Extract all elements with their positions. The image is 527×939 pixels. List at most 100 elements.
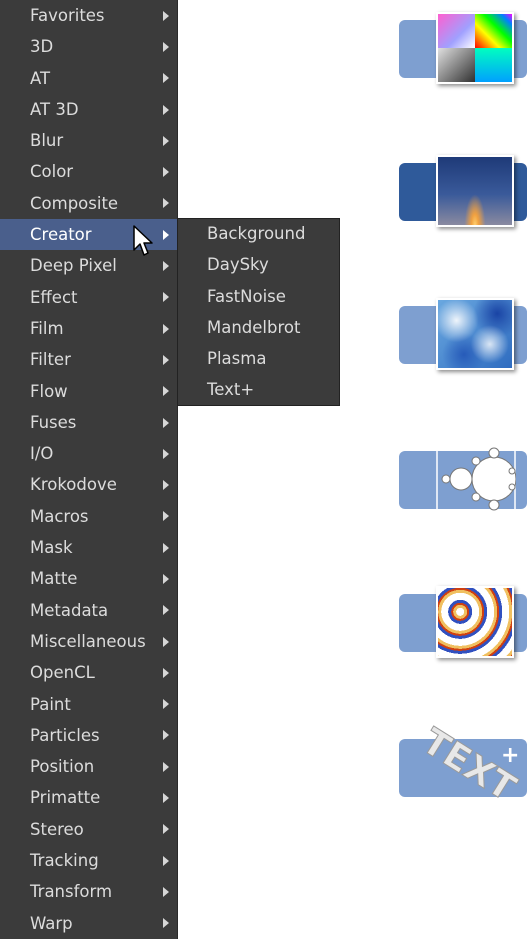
submenu-item-plasma[interactable]: Plasma	[178, 344, 339, 375]
menu-item-paint[interactable]: Paint	[0, 689, 177, 720]
fastnoise-tool-icon	[399, 298, 527, 374]
menu-item-label: Matte	[30, 569, 78, 589]
submenu-arrow-icon	[163, 167, 169, 178]
menu-item-fuses[interactable]: Fuses	[0, 407, 177, 438]
menu-item-label: Flow	[30, 381, 68, 401]
submenu-arrow-icon	[163, 448, 169, 459]
submenu-arrow-icon	[163, 667, 169, 678]
creator-submenu: Background DaySky FastNoise Mandelbrot P…	[177, 218, 340, 406]
tools-menu: Favorites 3D AT AT 3D Blur Color Composi…	[0, 0, 178, 939]
menu-item-metadata[interactable]: Metadata	[0, 595, 177, 626]
menu-item-label: AT	[30, 68, 51, 88]
menu-item-warp[interactable]: Warp	[0, 908, 177, 939]
daysky-tool-icon	[399, 155, 527, 231]
submenu-arrow-icon	[163, 636, 169, 647]
menu-item-film[interactable]: Film	[0, 313, 177, 344]
submenu-arrow-icon	[163, 480, 169, 491]
menu-item-blur[interactable]: Blur	[0, 125, 177, 156]
submenu-arrow-icon	[163, 855, 169, 866]
menu-item-tracking[interactable]: Tracking	[0, 845, 177, 876]
text-plus-graphic-icon: TEXT +	[414, 720, 523, 810]
submenu-item-background[interactable]: Background	[178, 219, 339, 250]
submenu-arrow-icon	[163, 10, 169, 21]
menu-item-opencl[interactable]: OpenCL	[0, 657, 177, 688]
submenu-arrow-icon	[163, 41, 169, 52]
menu-item-label: Warp	[30, 913, 73, 933]
submenu-arrow-icon	[163, 605, 169, 616]
menu-item-macros[interactable]: Macros	[0, 501, 177, 532]
menu-item-label: Metadata	[30, 600, 109, 620]
submenu-arrow-icon	[163, 261, 169, 272]
submenu-arrow-icon	[163, 824, 169, 835]
fastnoise-thumbnail-icon	[436, 298, 514, 370]
submenu-item-text-plus[interactable]: Text+	[178, 375, 339, 406]
menu-item-color[interactable]: Color	[0, 156, 177, 187]
menu-item-label: Paint	[30, 694, 71, 714]
menu-item-label: Miscellaneous	[30, 631, 146, 651]
menu-item-label: Particles	[30, 725, 100, 745]
menu-item-particles[interactable]: Particles	[0, 720, 177, 751]
submenu-arrow-icon	[163, 573, 169, 584]
menu-item-label: Macros	[30, 506, 89, 526]
mandelbrot-tool-icon	[399, 441, 527, 517]
menu-item-label: Tracking	[30, 851, 99, 871]
plus-icon: +	[501, 743, 519, 768]
mouse-cursor-icon	[133, 225, 153, 256]
submenu-arrow-icon	[163, 354, 169, 365]
submenu-arrow-icon	[163, 886, 169, 897]
submenu-arrow-icon	[163, 292, 169, 303]
menu-item-label: Creator	[30, 225, 92, 245]
menu-item-label: Transform	[30, 882, 113, 902]
submenu-arrow-icon	[163, 730, 169, 741]
submenu-arrow-icon	[163, 198, 169, 209]
menu-item-label: Primatte	[30, 788, 101, 808]
background-tool-icon	[399, 12, 527, 88]
menu-item-effect[interactable]: Effect	[0, 282, 177, 313]
menu-item-label: I/O	[30, 444, 54, 464]
submenu-arrow-icon	[163, 542, 169, 553]
menu-item-label: Effect	[30, 287, 78, 307]
menu-item-mask[interactable]: Mask	[0, 532, 177, 563]
menu-item-label: Position	[30, 757, 95, 777]
text-plus-tool-icon: TEXT +	[399, 718, 527, 818]
menu-item-stereo[interactable]: Stereo	[0, 814, 177, 845]
menu-item-at-3d[interactable]: AT 3D	[0, 94, 177, 125]
submenu-item-daysky[interactable]: DaySky	[178, 250, 339, 281]
menu-item-matte[interactable]: Matte	[0, 563, 177, 594]
menu-item-label: Composite	[30, 193, 119, 213]
menu-item-position[interactable]: Position	[0, 751, 177, 782]
submenu-arrow-icon	[163, 417, 169, 428]
menu-item-label: AT 3D	[30, 99, 79, 119]
submenu-item-fastnoise[interactable]: FastNoise	[178, 282, 339, 313]
submenu-arrow-icon	[163, 511, 169, 522]
menu-item-label: Favorites	[30, 6, 105, 25]
submenu-arrow-icon	[163, 73, 169, 84]
menu-item-label: Mask	[30, 538, 73, 558]
menu-item-krokodove[interactable]: Krokodove	[0, 469, 177, 500]
menu-item-label: Filter	[30, 350, 71, 370]
plasma-tool-icon	[399, 586, 527, 662]
menu-item-3d[interactable]: 3D	[0, 31, 177, 62]
menu-item-primatte[interactable]: Primatte	[0, 782, 177, 813]
menu-item-io[interactable]: I/O	[0, 438, 177, 469]
submenu-arrow-icon	[163, 386, 169, 397]
submenu-arrow-icon	[163, 793, 169, 804]
submenu-arrow-icon	[163, 699, 169, 710]
menu-item-label: Stereo	[30, 819, 84, 839]
menu-item-label: Fuses	[30, 412, 77, 432]
menu-item-composite[interactable]: Composite	[0, 188, 177, 219]
menu-item-label: Deep Pixel	[30, 256, 117, 276]
menu-item-label: Blur	[30, 131, 64, 151]
menu-item-favorites[interactable]: Favorites	[0, 0, 177, 31]
menu-item-flow[interactable]: Flow	[0, 376, 177, 407]
menu-item-label: Film	[30, 318, 64, 338]
submenu-arrow-icon	[163, 918, 169, 929]
submenu-item-mandelbrot[interactable]: Mandelbrot	[178, 313, 339, 344]
menu-item-transform[interactable]: Transform	[0, 876, 177, 907]
plasma-thumbnail-icon	[436, 586, 514, 658]
menu-item-filter[interactable]: Filter	[0, 344, 177, 375]
submenu-arrow-icon	[163, 761, 169, 772]
submenu-arrow-icon	[163, 229, 169, 240]
menu-item-at[interactable]: AT	[0, 63, 177, 94]
menu-item-miscellaneous[interactable]: Miscellaneous	[0, 626, 177, 657]
